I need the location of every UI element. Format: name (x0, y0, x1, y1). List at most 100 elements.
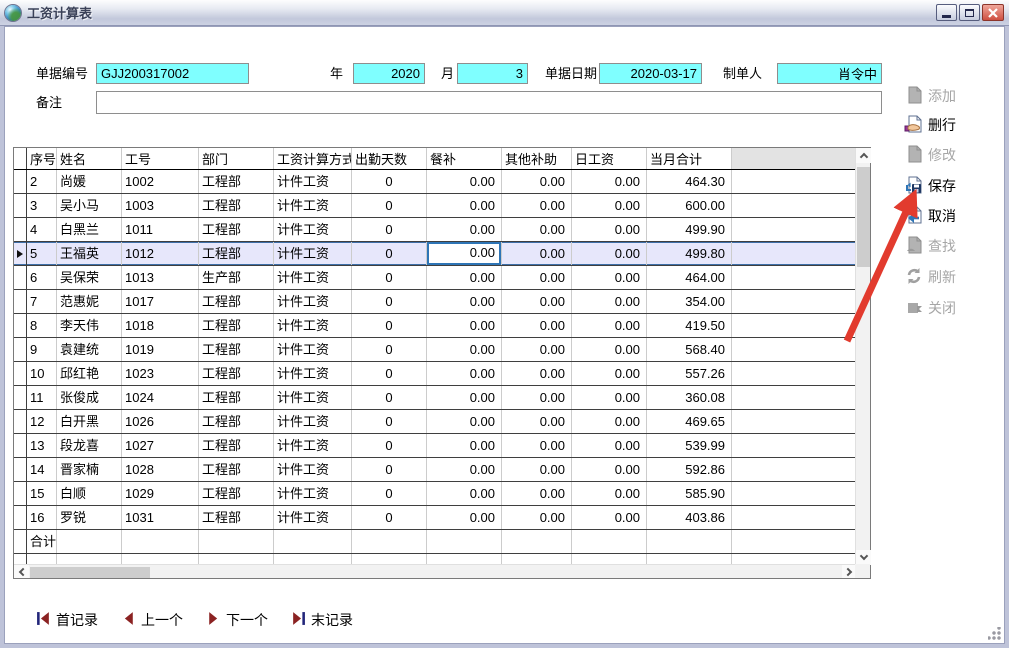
cell-employee-id[interactable]: 1029 (122, 482, 199, 505)
cell-attendance-days[interactable]: 0 (352, 242, 427, 265)
cell-daily-wage[interactable]: 0.00 (572, 170, 647, 193)
cell-daily-wage[interactable]: 0.00 (572, 314, 647, 337)
modify-button[interactable]: 修改 (904, 144, 980, 166)
doc-no-input[interactable] (96, 63, 249, 84)
cell-department[interactable]: 生产部 (199, 266, 274, 289)
cell-name[interactable]: 白开黑 (57, 410, 122, 433)
cell-daily-wage[interactable]: 0.00 (572, 386, 647, 409)
table-row[interactable]: 12白开黑1026工程部计件工资00.000.000.00469.65 (14, 410, 857, 434)
table-row[interactable]: 14晋家楠1028工程部计件工资00.000.000.00592.86 (14, 458, 857, 482)
cell-month-total[interactable]: 464.00 (647, 266, 732, 289)
cell-employee-id[interactable]: 1012 (122, 242, 199, 265)
cell-department[interactable]: 工程部 (199, 194, 274, 217)
horizontal-scroll-thumb[interactable] (30, 567, 150, 578)
table-row[interactable]: 6吴保荣1013生产部计件工资00.000.000.00464.00 (14, 266, 857, 290)
maker-input[interactable] (777, 63, 882, 84)
cell-daily-wage[interactable]: 0.00 (572, 506, 647, 529)
cell-meal-allowance[interactable]: 0.00 (427, 482, 502, 505)
cell-department[interactable]: 工程部 (199, 506, 274, 529)
cell-calc-method[interactable]: 计件工资 (274, 410, 352, 433)
cell-calc-method[interactable]: 计件工资 (274, 506, 352, 529)
cell-daily-wage[interactable]: 0.00 (572, 266, 647, 289)
cell-month-total[interactable]: 600.00 (647, 194, 732, 217)
cell-attendance-days[interactable]: 0 (352, 482, 427, 505)
cancel-button[interactable]: 取消 (904, 205, 980, 227)
cell-calc-method[interactable]: 计件工资 (274, 242, 352, 265)
cell-daily-wage[interactable]: 0.00 (572, 194, 647, 217)
cell-month-total[interactable]: 585.90 (647, 482, 732, 505)
cell-calc-method[interactable]: 计件工资 (274, 386, 352, 409)
cell-other-allowance[interactable]: 0.00 (502, 362, 572, 385)
table-row[interactable]: 7范惠妮1017工程部计件工资00.000.000.00354.00 (14, 290, 857, 314)
cell-employee-id[interactable]: 1013 (122, 266, 199, 289)
cell-other-allowance[interactable]: 0.00 (502, 242, 572, 265)
cell-employee-id[interactable]: 1002 (122, 170, 199, 193)
cell-name[interactable]: 范惠妮 (57, 290, 122, 313)
cell-meal-allowance[interactable]: 0.00 (427, 458, 502, 481)
table-row[interactable]: 8李天伟1018工程部计件工资00.000.000.00419.50 (14, 314, 857, 338)
cell-month-total[interactable]: 499.90 (647, 218, 732, 241)
cell-employee-id[interactable]: 1024 (122, 386, 199, 409)
cell-department[interactable]: 工程部 (199, 386, 274, 409)
cell-meal-allowance[interactable]: 0.00 (427, 266, 502, 289)
cell-employee-id[interactable]: 1003 (122, 194, 199, 217)
cell-daily-wage[interactable]: 0.00 (572, 362, 647, 385)
cell-name[interactable]: 吴保荣 (57, 266, 122, 289)
cell-daily-wage[interactable]: 0.00 (572, 482, 647, 505)
cell-attendance-days[interactable]: 0 (352, 410, 427, 433)
cell-meal-allowance[interactable]: 0.00 (427, 506, 502, 529)
scroll-up-button[interactable] (856, 148, 871, 163)
cell-other-allowance[interactable]: 0.00 (502, 290, 572, 313)
cell-index[interactable]: 11 (27, 386, 57, 409)
table-row[interactable]: 9袁建统1019工程部计件工资00.000.000.00568.40 (14, 338, 857, 362)
cell-name[interactable]: 王福英 (57, 242, 122, 265)
table-row[interactable]: 5王福英1012工程部计件工资00.000.000.00499.80 (14, 242, 857, 266)
cell-index[interactable]: 10 (27, 362, 57, 385)
cell-name[interactable]: 张俊成 (57, 386, 122, 409)
year-input[interactable] (353, 63, 425, 84)
cell-employee-id[interactable]: 1011 (122, 218, 199, 241)
cell-calc-method[interactable]: 计件工资 (274, 482, 352, 505)
cell-index[interactable]: 5 (27, 242, 57, 265)
last-record-button[interactable]: 末记录 (291, 610, 353, 630)
maximize-button[interactable] (959, 4, 980, 21)
scroll-left-button[interactable] (14, 565, 29, 578)
cell-employee-id[interactable]: 1031 (122, 506, 199, 529)
cell-daily-wage[interactable]: 0.00 (572, 338, 647, 361)
cell-department[interactable]: 工程部 (199, 290, 274, 313)
cell-department[interactable]: 工程部 (199, 314, 274, 337)
cell-name[interactable]: 白黑兰 (57, 218, 122, 241)
cell-meal-allowance[interactable]: 0.00 (427, 170, 502, 193)
table-row[interactable]: 10邱红艳1023工程部计件工资00.000.000.00557.26 (14, 362, 857, 386)
cell-month-total[interactable]: 354.00 (647, 290, 732, 313)
cell-month-total[interactable]: 499.80 (647, 242, 732, 265)
cell-attendance-days[interactable]: 0 (352, 362, 427, 385)
cell-other-allowance[interactable]: 0.00 (502, 434, 572, 457)
refresh-button[interactable]: 刷新 (904, 266, 980, 288)
cell-department[interactable]: 工程部 (199, 482, 274, 505)
cell-other-allowance[interactable]: 0.00 (502, 218, 572, 241)
cell-index[interactable]: 7 (27, 290, 57, 313)
cell-other-allowance[interactable]: 0.00 (502, 314, 572, 337)
cell-other-allowance[interactable]: 0.00 (502, 338, 572, 361)
cell-department[interactable]: 工程部 (199, 218, 274, 241)
cell-department[interactable]: 工程部 (199, 170, 274, 193)
cell-meal-allowance[interactable]: 0.00 (427, 362, 502, 385)
cell-index[interactable]: 4 (27, 218, 57, 241)
cell-calc-method[interactable]: 计件工资 (274, 362, 352, 385)
cell-index[interactable]: 9 (27, 338, 57, 361)
cell-name[interactable]: 李天伟 (57, 314, 122, 337)
cell-attendance-days[interactable]: 0 (352, 386, 427, 409)
cell-month-total[interactable]: 360.08 (647, 386, 732, 409)
cell-calc-method[interactable]: 计件工资 (274, 194, 352, 217)
cell-calc-method[interactable]: 计件工资 (274, 290, 352, 313)
cell-other-allowance[interactable]: 0.00 (502, 482, 572, 505)
cell-month-total[interactable]: 592.86 (647, 458, 732, 481)
cell-name[interactable]: 袁建统 (57, 338, 122, 361)
cell-name[interactable]: 邱红艳 (57, 362, 122, 385)
cell-attendance-days[interactable]: 0 (352, 218, 427, 241)
cell-daily-wage[interactable]: 0.00 (572, 290, 647, 313)
cell-other-allowance[interactable]: 0.00 (502, 386, 572, 409)
cell-month-total[interactable]: 539.99 (647, 434, 732, 457)
cell-calc-method[interactable]: 计件工资 (274, 314, 352, 337)
